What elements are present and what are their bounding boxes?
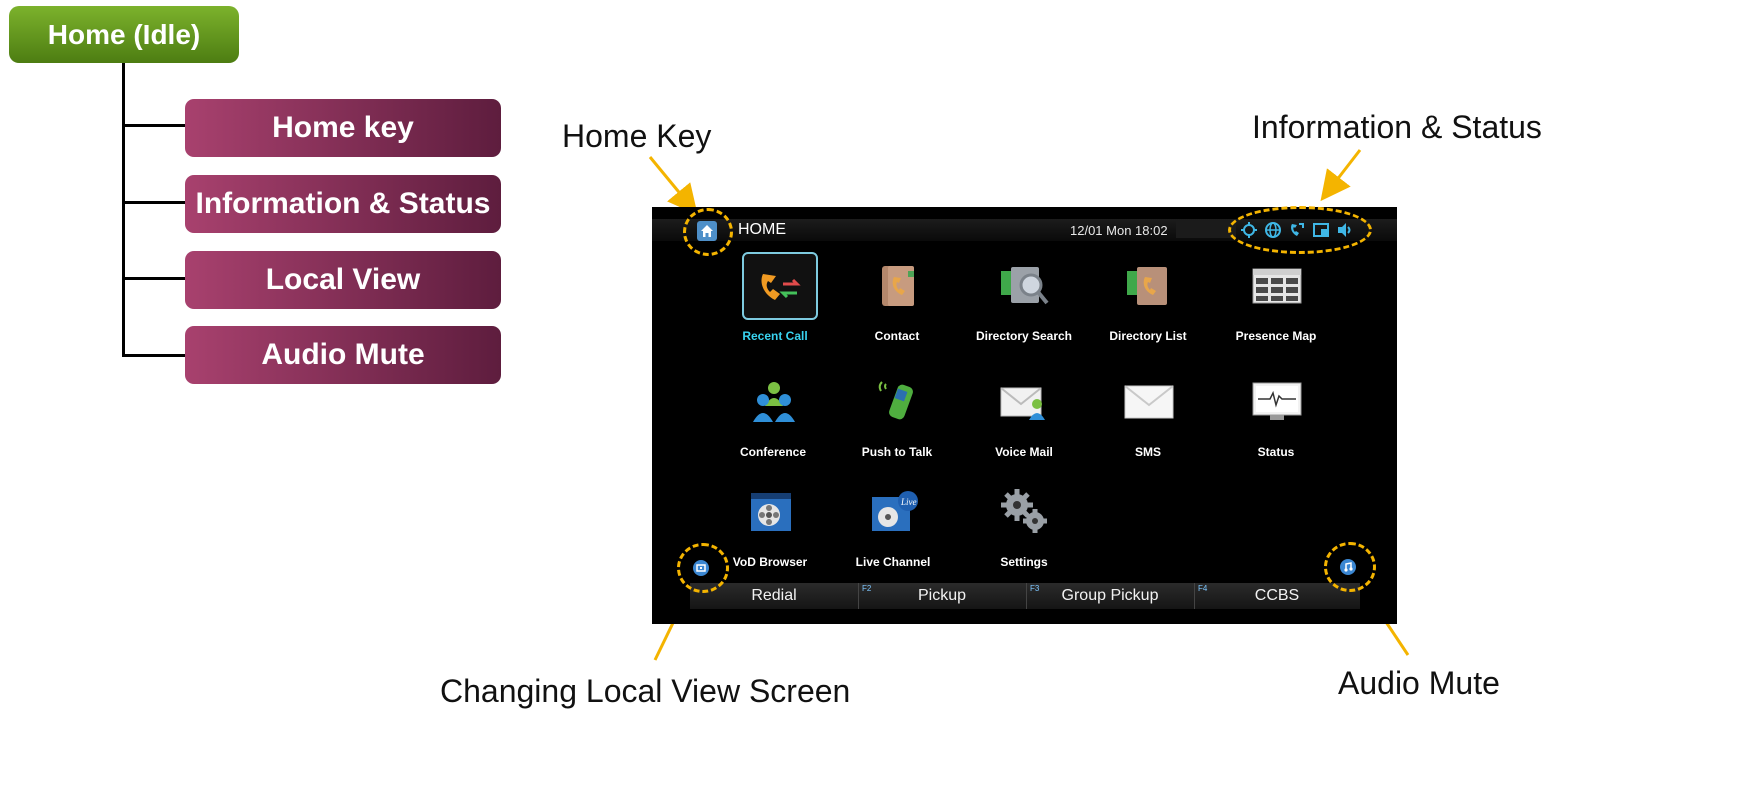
fkey-label: F2 <box>862 584 872 593</box>
tile-label: Presence Map <box>1235 329 1317 343</box>
softkey-pickup[interactable]: F2 Pickup <box>858 583 1027 609</box>
tile-conference[interactable]: Conference <box>718 372 828 472</box>
tile-vod-browser[interactable]: VoD Browser <box>715 482 825 582</box>
tile-live-channel[interactable]: Live Live Channel <box>838 482 948 582</box>
directory-search-icon <box>995 256 1055 316</box>
tile-push-to-talk[interactable]: Push to Talk <box>842 372 952 472</box>
softkey-label: Redial <box>751 587 797 604</box>
tile-sms[interactable]: SMS <box>1093 372 1203 472</box>
softkey-label: Group Pickup <box>1061 587 1159 604</box>
tile-directory-search[interactable]: Directory Search <box>969 256 1079 356</box>
phone-screen: HOME 12/01 Mon 18:02 Recent Call Contact… <box>652 207 1397 624</box>
tile-presence-map[interactable]: Presence Map <box>1221 256 1331 356</box>
presence-map-icon <box>1247 256 1307 316</box>
status-field <box>1176 220 1236 238</box>
arrow-information-status <box>1320 149 1362 202</box>
softkey-group-pickup[interactable]: F3 Group Pickup <box>1026 583 1195 609</box>
softkey-label: CCBS <box>1254 587 1300 604</box>
live-channel-icon: Live <box>864 482 924 542</box>
tile-settings[interactable]: Settings <box>969 482 1079 582</box>
highlight-ring-home-key <box>683 208 733 256</box>
tile-voice-mail[interactable]: Voice Mail <box>969 372 1079 472</box>
fkey-label: F4 <box>1198 584 1208 593</box>
conference-icon <box>744 372 804 432</box>
directory-list-icon <box>1119 256 1179 316</box>
highlight-ring-audio-mute <box>1324 542 1376 592</box>
tile-directory-list[interactable]: Directory List <box>1093 256 1203 356</box>
arrow-home-key <box>648 156 698 215</box>
tile-label: Live Channel <box>855 555 931 569</box>
push-to-talk-icon <box>868 372 928 432</box>
tile-label: Status <box>1257 445 1295 459</box>
settings-gears-icon <box>995 482 1055 542</box>
screen-title: HOME <box>738 221 786 238</box>
contact-book-icon <box>868 256 928 316</box>
vod-browser-icon <box>741 482 801 542</box>
recent-call-icon <box>742 252 818 320</box>
tile-status[interactable]: Status <box>1221 372 1331 472</box>
softkey-label: Pickup <box>917 587 967 604</box>
datetime: 12/01 Mon 18:02 <box>1070 223 1168 238</box>
highlight-ring-information-status <box>1228 206 1372 254</box>
tile-recent-call[interactable]: Recent Call <box>720 252 830 356</box>
tile-label: Settings <box>1000 555 1048 569</box>
fkey-label: F3 <box>1030 584 1040 593</box>
sms-envelope-icon <box>1119 372 1179 432</box>
highlight-ring-local-view <box>677 543 729 593</box>
voice-mail-icon <box>995 372 1055 432</box>
tile-contact[interactable]: Contact <box>842 256 952 356</box>
status-monitor-icon <box>1247 372 1307 432</box>
svg-text:Live: Live <box>900 497 917 507</box>
softkey-bar: Redial F2 Pickup F3 Group Pickup F4 CCBS <box>690 583 1360 609</box>
